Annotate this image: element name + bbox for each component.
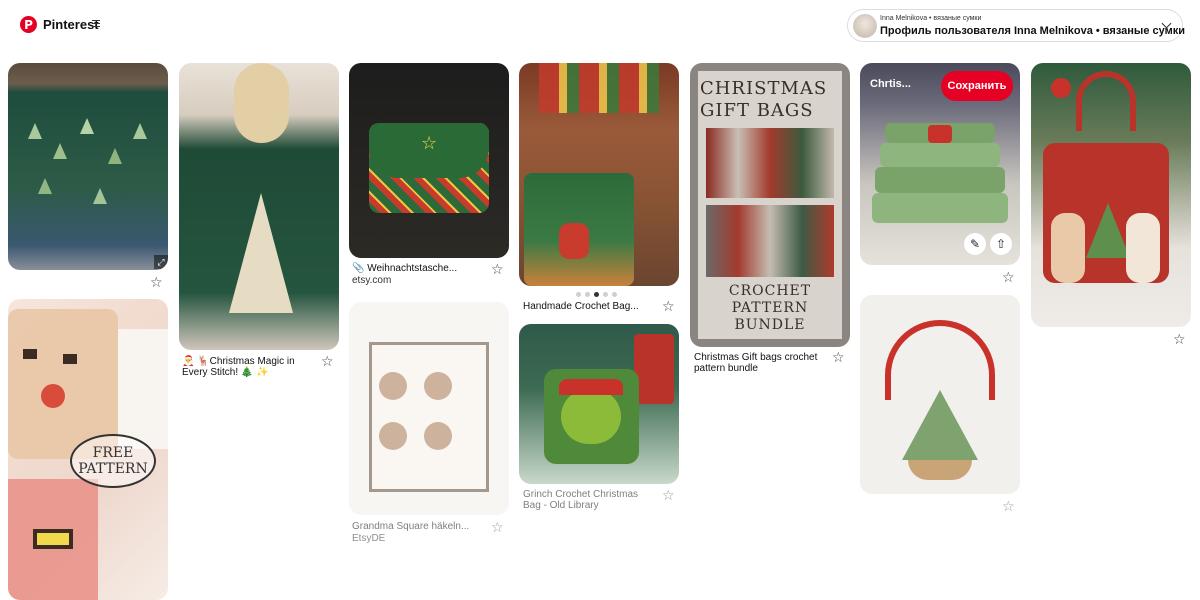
pinterest-logo-icon: P xyxy=(20,16,37,33)
pin-image-plaid-bag[interactable]: ☆ xyxy=(349,63,509,258)
free-pattern-badge: FREE PATTERN xyxy=(70,434,156,488)
top-bar: P Pinterest Inna Melnikova • вязаные сум… xyxy=(0,0,1200,52)
save-button[interactable]: Сохранить xyxy=(941,71,1013,101)
pin-title[interactable]: Handmade Crochet Bag... xyxy=(523,301,658,312)
share-icon[interactable]: ⇧ xyxy=(990,233,1012,255)
pin-image-title: CHRISTMAS GIFT BAGS xyxy=(700,78,828,121)
pin-image-grinch-bag[interactable] xyxy=(519,324,679,484)
pin-image-christmas-sweater[interactable]: ⤢ xyxy=(8,63,168,270)
pin-image-reindeer-bag[interactable] xyxy=(349,302,509,515)
profile-subtitle: Inna Melnikova • вязаные сумки xyxy=(880,15,982,22)
carousel-dots[interactable] xyxy=(576,292,617,297)
pin-image-tree-sweater-woman[interactable] xyxy=(179,63,339,350)
menu-icon[interactable] xyxy=(92,20,100,27)
save-star-icon[interactable]: ☆ xyxy=(662,489,676,503)
pin-image-red-tote-dolls[interactable] xyxy=(1031,63,1191,327)
save-star-icon[interactable]: ☆ xyxy=(832,351,846,365)
save-star-icon[interactable]: ☆ xyxy=(491,521,505,535)
pin-title[interactable]: 🎅 🦌Christmas Magic in Every Stitch! 🎄 ✨ xyxy=(182,356,320,378)
save-star-icon[interactable]: ☆ xyxy=(1173,333,1187,347)
pin-title[interactable]: 📎 Weihnachtstasche... xyxy=(352,263,487,274)
pencil-icon[interactable]: ✎ xyxy=(964,233,986,255)
pin-title[interactable]: Grandma Square häkeln... xyxy=(352,521,487,532)
pin-title[interactable]: Christmas Gift bags crochet pattern bund… xyxy=(694,352,824,374)
pin-image-handmade-crochet-bag[interactable] xyxy=(519,63,679,286)
pin-image-footer: CROCHET PATTERN BUNDLE xyxy=(728,283,812,333)
save-star-icon[interactable]: ☆ xyxy=(1002,500,1016,514)
logo-text: Pinterest xyxy=(43,17,99,32)
pin-source[interactable]: etsy.com xyxy=(352,275,391,286)
pin-image-green-tree-purse[interactable] xyxy=(860,295,1020,494)
save-star-icon[interactable]: ☆ xyxy=(1002,271,1016,285)
pin-source[interactable]: EtsyDE xyxy=(352,533,385,544)
board-selector[interactable]: Chrtis... xyxy=(870,78,911,90)
profile-selector[interactable]: Inna Melnikova • вязаные сумки Профиль п… xyxy=(847,9,1185,42)
expand-icon[interactable]: ⤢ xyxy=(154,255,168,269)
save-star-icon[interactable]: ☆ xyxy=(662,300,676,314)
profile-title: Профиль пользователя Inna Melnikova • вя… xyxy=(880,25,1185,37)
save-star-icon[interactable]: ☆ xyxy=(150,276,164,290)
save-star-icon[interactable]: ☆ xyxy=(491,263,505,277)
pin-title[interactable]: Grinch Crochet Christmas Bag - Old Libra… xyxy=(523,489,658,511)
avatar xyxy=(853,14,877,38)
pinterest-logo[interactable]: P Pinterest xyxy=(20,16,99,33)
save-star-icon[interactable]: ☆ xyxy=(321,355,335,369)
